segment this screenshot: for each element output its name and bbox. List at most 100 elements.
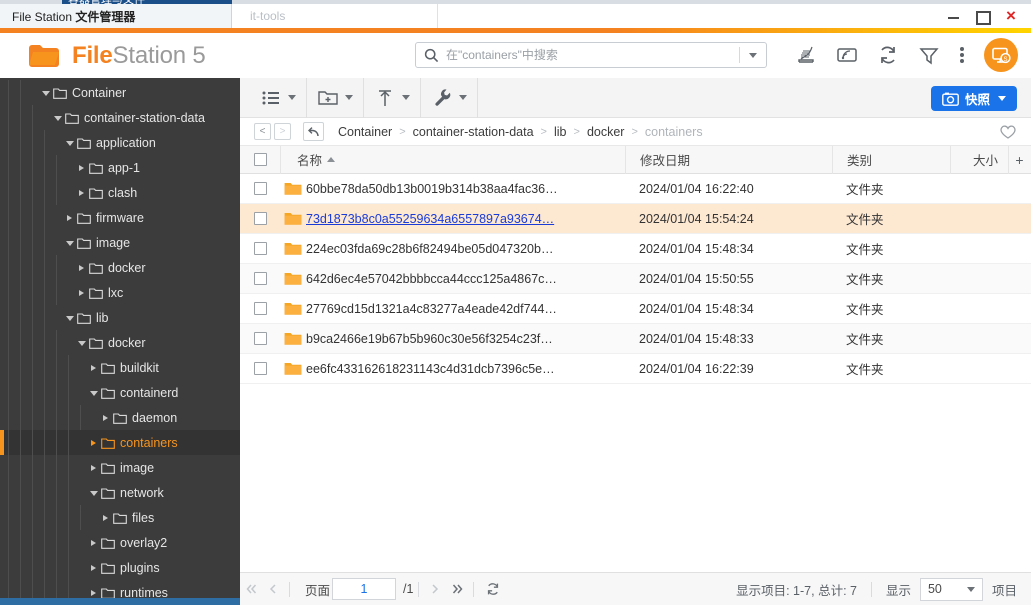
expand-arrow-icon[interactable] xyxy=(88,539,99,546)
upload-button[interactable] xyxy=(364,77,421,118)
row-checkbox[interactable] xyxy=(253,272,267,285)
collapse-arrow-icon[interactable] xyxy=(64,140,75,146)
table-row[interactable]: ee6fc433162618231143c4d31dcb7396c5e… 2024… xyxy=(240,354,1031,384)
breadcrumb-item-container[interactable]: Container xyxy=(338,125,392,139)
row-checkbox[interactable] xyxy=(253,302,267,315)
column-header-date[interactable]: 修改日期 xyxy=(625,145,832,174)
file-name-cell[interactable]: b9ca2466e19b67b5b960c30e56f3254c23f… xyxy=(306,332,625,346)
select-all-checkbox[interactable] xyxy=(253,153,267,166)
tools-button[interactable] xyxy=(421,77,478,118)
page-size-select[interactable]: 50 xyxy=(919,577,983,601)
chevron-down-icon[interactable] xyxy=(459,95,467,100)
file-name-cell[interactable]: 224ec03fda69c28b6f82494be05d047320b… xyxy=(306,242,625,256)
refresh-list-button[interactable] xyxy=(485,581,501,597)
row-checkbox[interactable] xyxy=(253,362,267,375)
more-options-icon[interactable] xyxy=(959,44,965,66)
table-row[interactable]: 642d6ec4e57042bbbbcca44ccc125a4867c… 2024… xyxy=(240,264,1031,294)
sidebar-item-clash[interactable]: clash xyxy=(0,180,240,205)
expand-arrow-icon[interactable] xyxy=(100,514,111,521)
sidebar-tree-panel[interactable]: Container container-station-data applicati… xyxy=(0,78,240,605)
tab-file-station[interactable]: File Station 文件管理器 xyxy=(0,4,232,28)
filter-icon[interactable] xyxy=(918,44,940,66)
column-header-name[interactable]: 名称 xyxy=(280,145,625,174)
sidebar-item-application[interactable]: application xyxy=(0,130,240,155)
expand-arrow-icon[interactable] xyxy=(76,289,87,296)
sidebar-item-daemon[interactable]: daemon xyxy=(0,405,240,430)
sidebar-item-containers[interactable]: containers xyxy=(0,430,240,455)
sidebar-item-image[interactable]: image xyxy=(0,230,240,255)
search-dropdown-button[interactable] xyxy=(740,52,766,58)
close-icon[interactable]: × xyxy=(1003,7,1019,24)
previous-page-button[interactable] xyxy=(262,577,284,601)
file-name-cell[interactable]: 27769cd15d1321a4c83277a4eade42df744… xyxy=(306,302,625,316)
expand-arrow-icon[interactable] xyxy=(88,364,99,371)
expand-arrow-icon[interactable] xyxy=(88,589,99,596)
expand-arrow-icon[interactable] xyxy=(76,264,87,271)
log-icon[interactable] xyxy=(795,44,817,66)
sidebar-item-docker[interactable]: docker xyxy=(0,330,240,355)
sidebar-item-firmware[interactable]: firmware xyxy=(0,205,240,230)
search-input[interactable] xyxy=(446,48,739,62)
sidebar-item-lxc[interactable]: lxc xyxy=(0,280,240,305)
row-checkbox[interactable] xyxy=(253,242,267,255)
add-column-button[interactable]: + xyxy=(1008,145,1030,174)
file-list[interactable]: 60bbe78da50db13b0019b314b38aa4fac36… 2024… xyxy=(240,174,1031,572)
expand-arrow-icon[interactable] xyxy=(64,214,75,221)
collapse-arrow-icon[interactable] xyxy=(88,490,99,496)
expand-arrow-icon[interactable] xyxy=(100,414,111,421)
next-page-button[interactable] xyxy=(424,577,446,601)
chevron-down-icon[interactable] xyxy=(345,95,353,100)
table-row[interactable]: 27769cd15d1321a4c83277a4eade42df744… 2024… xyxy=(240,294,1031,324)
chevron-down-icon[interactable] xyxy=(402,95,410,100)
breadcrumb-item-docker[interactable]: docker xyxy=(587,125,625,139)
sidebar-item-containerd[interactable]: containerd xyxy=(0,380,240,405)
table-row[interactable]: 73d1873b8c0a55259634a6557897a93674… 2024/… xyxy=(240,204,1031,234)
chevron-down-icon[interactable] xyxy=(998,96,1006,101)
refresh-icon[interactable] xyxy=(877,44,899,66)
collapse-arrow-icon[interactable] xyxy=(64,240,75,246)
new-folder-button[interactable] xyxy=(307,77,364,118)
collapse-arrow-icon[interactable] xyxy=(40,90,51,96)
expand-arrow-icon[interactable] xyxy=(76,189,87,196)
snapshot-button[interactable]: 快照 xyxy=(930,86,1017,111)
user-avatar-icon[interactable]: S xyxy=(984,38,1018,72)
sidebar-item-buildkit[interactable]: buildkit xyxy=(0,355,240,380)
column-header-size[interactable]: 大小 xyxy=(950,145,1008,174)
table-row[interactable]: b9ca2466e19b67b5b960c30e56f3254c23f… 2024… xyxy=(240,324,1031,354)
favorite-heart-icon[interactable] xyxy=(999,123,1017,140)
expand-arrow-icon[interactable] xyxy=(88,439,99,446)
breadcrumb-item-container-station-data[interactable]: container-station-data xyxy=(413,125,534,139)
row-checkbox[interactable] xyxy=(253,182,267,195)
column-header-type[interactable]: 类别 xyxy=(832,145,950,174)
table-row[interactable]: 60bbe78da50db13b0019b314b38aa4fac36… 2024… xyxy=(240,174,1031,204)
first-page-button[interactable] xyxy=(240,577,262,601)
expand-arrow-icon[interactable] xyxy=(88,564,99,571)
sidebar-item-lib[interactable]: lib xyxy=(0,305,240,330)
sidebar-item-container-station-data[interactable]: container-station-data xyxy=(0,105,240,130)
search-box[interactable] xyxy=(415,42,767,68)
table-row[interactable]: 224ec03fda69c28b6f82494be05d047320b… 2024… xyxy=(240,234,1031,264)
sidebar-item-image[interactable]: image xyxy=(0,455,240,480)
sidebar-item-overlay2[interactable]: overlay2 xyxy=(0,530,240,555)
minimize-icon[interactable] xyxy=(947,9,961,23)
page-number-input[interactable] xyxy=(332,578,397,600)
last-page-button[interactable] xyxy=(446,577,468,601)
chevron-down-icon[interactable] xyxy=(288,95,296,100)
tab-it-tools[interactable]: it-tools xyxy=(233,4,438,28)
forward-button[interactable]: > xyxy=(274,123,291,140)
remote-connection-icon[interactable] xyxy=(836,44,858,66)
sidebar-item-app-1[interactable]: app-1 xyxy=(0,155,240,180)
file-name-cell[interactable]: 73d1873b8c0a55259634a6557897a93674… xyxy=(306,212,625,226)
sidebar-item-docker[interactable]: docker xyxy=(0,255,240,280)
file-name-link[interactable]: 73d1873b8c0a55259634a6557897a93674… xyxy=(306,212,554,226)
sidebar-item-container[interactable]: Container xyxy=(0,80,240,105)
row-checkbox[interactable] xyxy=(253,332,267,345)
expand-arrow-icon[interactable] xyxy=(88,464,99,471)
maximize-icon[interactable] xyxy=(975,9,991,25)
view-mode-button[interactable] xyxy=(254,77,307,118)
up-one-level-button[interactable] xyxy=(303,122,324,141)
folder-tree[interactable]: Container container-station-data applicati… xyxy=(0,78,240,605)
collapse-arrow-icon[interactable] xyxy=(76,340,87,346)
expand-arrow-icon[interactable] xyxy=(76,164,87,171)
file-name-cell[interactable]: ee6fc433162618231143c4d31dcb7396c5e… xyxy=(306,362,625,376)
